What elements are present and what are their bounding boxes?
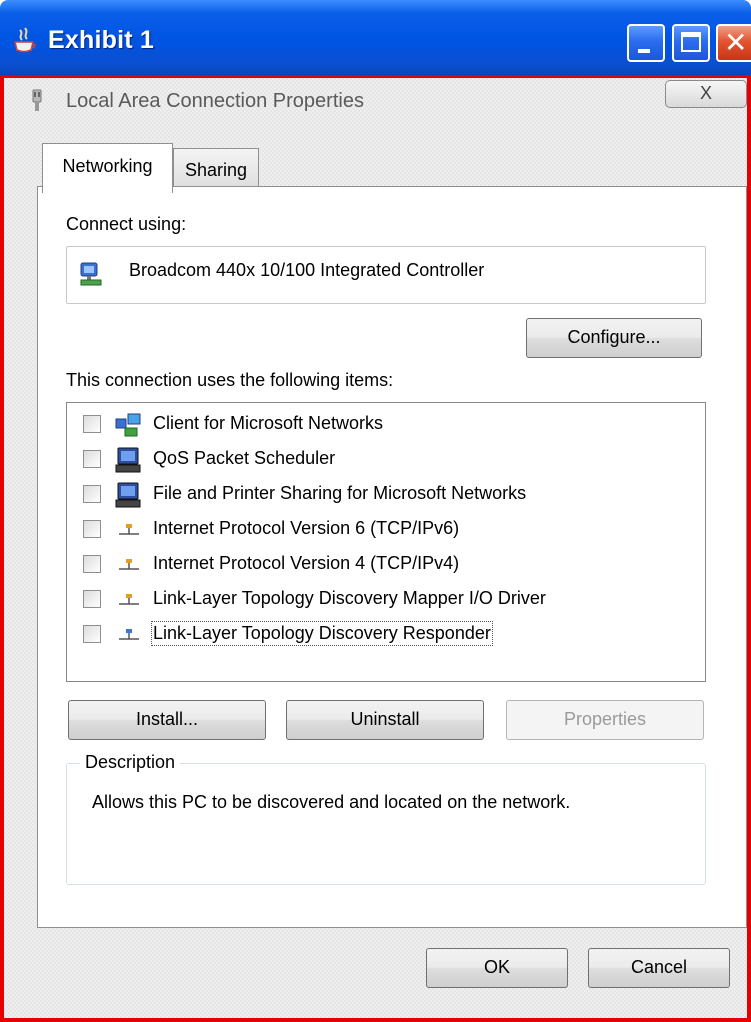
outer-titlebar[interactable]: Exhibit 1 ✕ [0,0,751,75]
minimize-icon [638,49,650,53]
item-label: Link-Layer Topology Discovery Responder [151,621,493,646]
description-text: Allows this PC to be discovered and loca… [92,792,571,812]
item-checkbox[interactable] [83,450,101,468]
network-plug-icon [32,89,42,111]
properties-button[interactable]: Properties [506,700,704,740]
protocol-blue-icon [119,629,139,640]
item-checkbox[interactable] [83,485,101,503]
protocol-icon [119,559,139,570]
window-close-button[interactable]: ✕ [716,24,751,62]
uninstall-button[interactable]: Uninstall [286,700,484,740]
items-list[interactable]: Client for Microsoft Networks QoS Packet… [66,402,706,682]
ok-button[interactable]: OK [426,948,568,988]
item-label: Internet Protocol Version 4 (TCP/IPv4) [153,553,460,573]
description-legend: Description [80,752,181,773]
dialog-title: Local Area Connection Properties [66,90,364,112]
item-label: Client for Microsoft Networks [153,413,384,433]
cancel-button[interactable]: Cancel [588,948,730,988]
maximize-button[interactable] [672,24,710,62]
item-label: File and Printer Sharing for Microsoft N… [153,483,527,503]
adapter-field: Broadcom 440x 10/100 Integrated Controll… [66,246,706,304]
configure-button[interactable]: Configure... [526,318,702,358]
item-checkbox[interactable] [83,415,101,433]
network-client-icon [115,413,141,437]
minimize-button[interactable] [627,24,665,62]
network-adapter-icon [80,262,102,286]
item-checkbox[interactable] [83,520,101,538]
item-label: QoS Packet Scheduler [153,448,336,468]
computer-service-icon [115,482,141,508]
item-checkbox[interactable] [83,625,101,643]
items-label: This connection uses the following items… [66,370,394,390]
install-button[interactable]: Install... [68,700,266,740]
connect-using-label: Connect using: [66,214,187,234]
window-title: Exhibit 1 [48,26,154,54]
adapter-name: Broadcom 440x 10/100 Integrated Controll… [129,260,485,280]
close-icon: ✕ [724,27,748,58]
protocol-icon [119,524,139,535]
dialog-close-button[interactable]: X [665,80,747,108]
description-group [66,763,706,885]
java-cup-icon [14,27,36,53]
tab-sharing[interactable]: Sharing [173,148,259,188]
tab-networking[interactable]: Networking [42,143,173,193]
maximize-icon [681,32,701,52]
item-label: Link-Layer Topology Discovery Mapper I/O… [153,588,546,608]
protocol-icon [119,594,139,605]
computer-service-icon [115,447,141,473]
item-checkbox[interactable] [83,555,101,573]
item-checkbox[interactable] [83,590,101,608]
item-label: Internet Protocol Version 6 (TCP/IPv6) [153,518,460,538]
